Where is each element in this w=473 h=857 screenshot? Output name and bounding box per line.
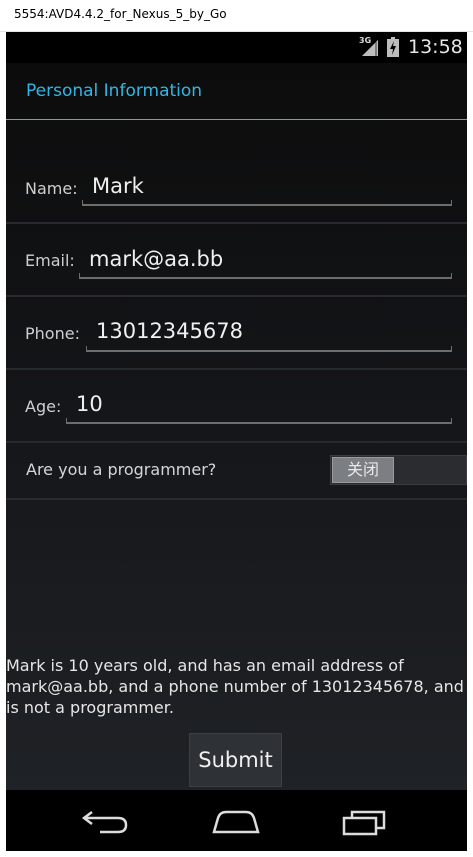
row-divider: [6, 498, 467, 500]
recent-apps-icon[interactable]: [336, 804, 396, 838]
name-label: Name:: [25, 179, 78, 198]
row-divider: [6, 295, 467, 297]
summary-text: Mark is 10 years old, and has an email a…: [6, 656, 464, 717]
navigation-bar: [6, 790, 467, 851]
app-content: Personal Information Name: Mark Email: m…: [6, 63, 467, 790]
name-field[interactable]: Mark: [92, 174, 144, 198]
email-label: Email:: [25, 251, 75, 270]
signal-icon: [362, 40, 378, 56]
age-field-underline: [66, 418, 452, 424]
window-border-right: [467, 32, 473, 857]
action-bar: Personal Information: [6, 63, 467, 119]
home-icon[interactable]: [206, 804, 266, 838]
page-title: Personal Information: [26, 81, 203, 101]
back-icon[interactable]: [78, 804, 138, 838]
window-title: 5554:AVD4.4.2_for_Nexus_5_by_Go: [14, 7, 227, 21]
name-field-underline: [82, 200, 452, 206]
clock: 13:58: [408, 36, 463, 58]
programmer-toggle[interactable]: 关闭: [330, 455, 467, 485]
age-label: Age:: [25, 397, 62, 416]
submit-button[interactable]: Submit: [189, 733, 282, 787]
device-screen: 3G 13:58 Personal Information Name: Mark…: [6, 32, 467, 851]
phone-label: Phone:: [25, 324, 80, 343]
programmer-label: Are you a programmer?: [26, 460, 217, 479]
age-field[interactable]: 10: [76, 392, 103, 416]
phone-field-underline: [86, 346, 452, 352]
battery-icon: [387, 37, 399, 57]
email-field-underline: [79, 273, 452, 279]
row-divider: [6, 368, 467, 370]
row-divider: [6, 441, 467, 443]
email-field[interactable]: mark@aa.bb: [89, 247, 223, 271]
status-bar: 3G 13:58: [6, 32, 467, 63]
row-divider: [6, 222, 467, 224]
action-bar-divider: [6, 119, 467, 120]
toggle-thumb: 关闭: [332, 457, 394, 483]
phone-field[interactable]: 13012345678: [96, 319, 243, 343]
window-title-bar: 5554:AVD4.4.2_for_Nexus_5_by_Go: [0, 0, 473, 32]
